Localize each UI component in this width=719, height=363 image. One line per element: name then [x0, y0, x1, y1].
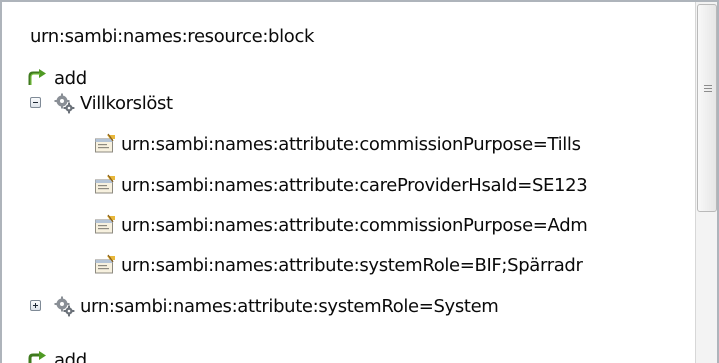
- attribute-icon: [95, 133, 115, 153]
- collapse-icon[interactable]: [30, 97, 41, 108]
- tree-node-add-partial[interactable]: add: [2, 345, 87, 363]
- scrollbar-thumb[interactable]: [697, 4, 717, 212]
- attribute-icon: [95, 214, 115, 234]
- gears-icon: [54, 93, 75, 114]
- add-label: add: [54, 349, 87, 363]
- tree-node-attribute[interactable]: urn:sambi:names:attribute:systemRole=BIF…: [2, 250, 583, 280]
- attribute-label: urn:sambi:names:attribute:commissionPurp…: [121, 133, 581, 155]
- tree-panel: urn:sambi:names:resource:block add Villk…: [0, 0, 719, 363]
- expand-icon[interactable]: [30, 300, 41, 311]
- tree-node-attribute[interactable]: urn:sambi:names:attribute:commissionPurp…: [2, 210, 588, 240]
- tree-node-villkorslost[interactable]: Villkorslöst: [2, 88, 173, 118]
- tree-node-attribute[interactable]: urn:sambi:names:attribute:careProviderHs…: [2, 170, 588, 200]
- attribute-label: urn:sambi:names:attribute:commissionPurp…: [121, 214, 588, 236]
- tree-node-resource[interactable]: urn:sambi:names:resource:block: [2, 21, 314, 51]
- vertical-scrollbar[interactable]: [695, 2, 717, 363]
- group-label: urn:sambi:names:attribute:systemRole=Sys…: [80, 295, 499, 317]
- scrollbar-grip-icon: [704, 85, 712, 94]
- resource-label: urn:sambi:names:resource:block: [30, 25, 315, 47]
- attribute-label: urn:sambi:names:attribute:careProviderHs…: [121, 174, 588, 196]
- attribute-icon: [95, 174, 115, 194]
- attribute-icon: [95, 254, 115, 274]
- tree-view: urn:sambi:names:resource:block add Villk…: [2, 2, 695, 363]
- gears-icon: [54, 296, 75, 317]
- add-icon: [28, 351, 46, 363]
- attribute-label: urn:sambi:names:attribute:systemRole=BIF…: [121, 254, 583, 276]
- add-icon: [28, 69, 46, 85]
- add-label: add: [54, 67, 87, 89]
- tree-node-systemrole[interactable]: urn:sambi:names:attribute:systemRole=Sys…: [2, 291, 499, 321]
- tree-node-attribute[interactable]: urn:sambi:names:attribute:commissionPurp…: [2, 129, 581, 159]
- group-label: Villkorslöst: [80, 92, 173, 114]
